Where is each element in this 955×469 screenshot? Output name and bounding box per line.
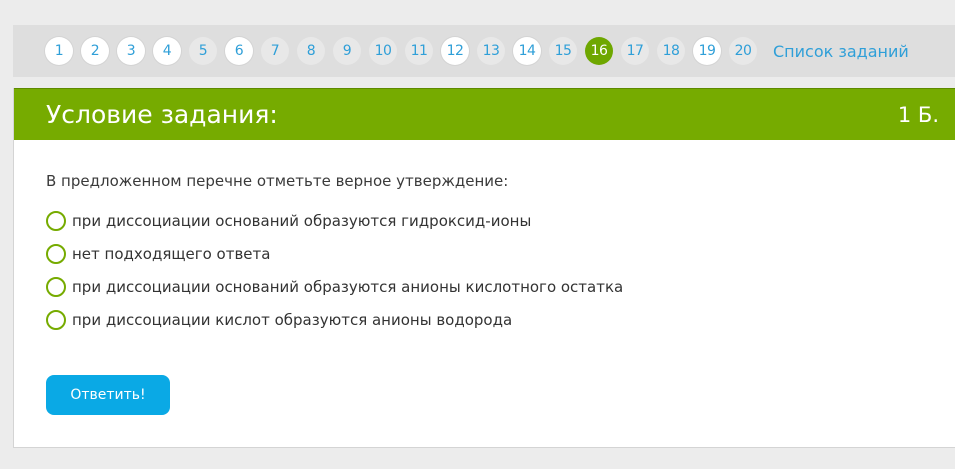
page-19-button[interactable]: 19 <box>693 37 721 65</box>
answer-option-2[interactable]: нет подходящего ответа <box>46 237 923 270</box>
answer-option-4[interactable]: при диссоциации кислот образуются анионы… <box>46 303 923 336</box>
page-14-button[interactable]: 14 <box>513 37 541 65</box>
radio-button-icon[interactable] <box>46 243 66 264</box>
radio-button-icon[interactable] <box>46 276 66 297</box>
answer-option-label: при диссоциации оснований образуются гид… <box>72 211 532 230</box>
task-score: 1 Б. <box>897 102 939 127</box>
task-list-link[interactable]: Список заданий <box>773 42 909 61</box>
page-10-button[interactable]: 10 <box>369 37 397 65</box>
page-7-button[interactable]: 7 <box>261 37 289 65</box>
task-title: Условие задания: <box>46 100 278 129</box>
page-12-button[interactable]: 12 <box>441 37 469 65</box>
page-9-button[interactable]: 9 <box>333 37 361 65</box>
page-6-button[interactable]: 6 <box>225 37 253 65</box>
task-navigation-bar: 1 2 3 4 5 6 7 8 9 10 11 12 13 14 15 16 1… <box>13 25 955 77</box>
submit-answer-button[interactable]: Ответить! <box>46 375 170 415</box>
page-pager: 1 2 3 4 5 6 7 8 9 10 11 12 13 14 15 16 1… <box>45 37 909 65</box>
page-11-button[interactable]: 11 <box>405 37 433 65</box>
page-13-button[interactable]: 13 <box>477 37 505 65</box>
task-header: Условие задания: 1 Б. <box>14 88 955 140</box>
radio-button-icon[interactable] <box>46 309 66 330</box>
answer-option-label: при диссоциации кислот образуются анионы… <box>72 310 513 329</box>
answer-option-1[interactable]: при диссоциации оснований образуются гид… <box>46 204 923 237</box>
task-panel: Условие задания: 1 Б. В предложенном пер… <box>13 88 955 448</box>
page-3-button[interactable]: 3 <box>117 37 145 65</box>
page-16-button[interactable]: 16 <box>585 37 613 65</box>
page-20-button[interactable]: 20 <box>729 37 757 65</box>
answer-option-label: нет подходящего ответа <box>72 244 271 263</box>
answer-option-3[interactable]: при диссоциации оснований образуются ани… <box>46 270 923 303</box>
page-4-button[interactable]: 4 <box>153 37 181 65</box>
page-2-button[interactable]: 2 <box>81 37 109 65</box>
task-body: В предложенном перечне отметьте верное у… <box>14 140 955 336</box>
radio-button-icon[interactable] <box>46 210 66 231</box>
page-18-button[interactable]: 18 <box>657 37 685 65</box>
question-text: В предложенном перечне отметьте верное у… <box>46 172 509 190</box>
page-8-button[interactable]: 8 <box>297 37 325 65</box>
page-17-button[interactable]: 17 <box>621 37 649 65</box>
answer-option-label: при диссоциации оснований образуются ани… <box>72 277 624 296</box>
page-15-button[interactable]: 15 <box>549 37 577 65</box>
page-1-button[interactable]: 1 <box>45 37 73 65</box>
page-5-button[interactable]: 5 <box>189 37 217 65</box>
